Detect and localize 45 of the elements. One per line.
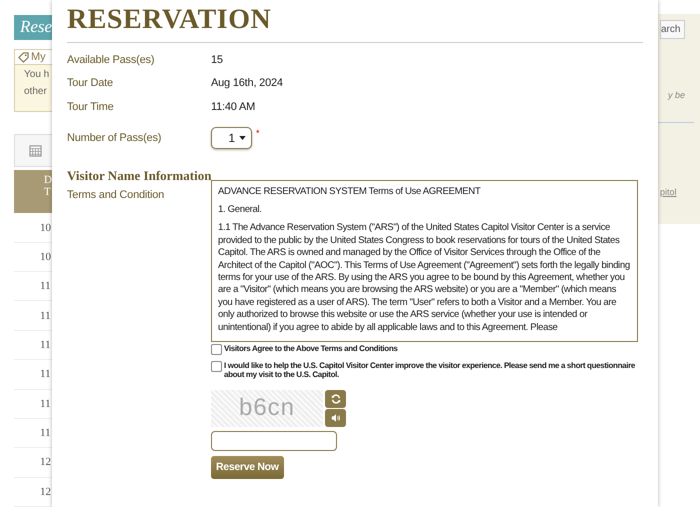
- captcha-text: b6cn: [238, 394, 296, 422]
- audio-button[interactable]: [325, 408, 346, 426]
- pass-count-select[interactable]: 1: [211, 126, 252, 148]
- required-mark: *: [256, 128, 260, 138]
- terms-heading: ADVANCE RESERVATION SYSTEM Terms of Use AGREEMENT: [218, 186, 482, 198]
- table-cell: 11: [40, 338, 51, 351]
- field-label: Tour Date: [67, 77, 114, 90]
- notice-title: My: [31, 51, 46, 64]
- caret-icon: [239, 136, 246, 140]
- table-cell: 11: [40, 427, 51, 440]
- checkbox[interactable]: [211, 360, 222, 372]
- refresh-icon: [330, 394, 340, 404]
- section-title: Visitor Name Information: [67, 168, 212, 184]
- checkbox-label: Visitors Agree to the Above Terms and Conditions: [224, 344, 398, 353]
- calendar-icon: [29, 144, 42, 158]
- table-cell: 11: [40, 398, 51, 410]
- table-cell: 11: [40, 280, 51, 292]
- notice-text: You h: [24, 69, 50, 80]
- field-label: Available Pass(es): [67, 54, 156, 66]
- table-cell: 11: [40, 310, 51, 322]
- speaker-icon: [330, 412, 340, 422]
- field-label: Tour Time: [67, 100, 114, 113]
- note-text: y be: [666, 90, 686, 100]
- refresh-button[interactable]: [325, 390, 346, 408]
- field-label: Terms and Condition: [67, 188, 166, 200]
- terms-paragraph: 1.1 The Advance Reservation System ("ARS") of the United States Capitol Visitor Center is a service provided to the public by the United States Congress to book reservations for tours of the United States Capitol. The ARS is owned and managed by the Office of Visitor Services through the Office of the Architect of the Capitol ("AOC"). This Terms of Use Agreement ("Agreement") sets forth the legally binding terms for your use of the ARS. By using the ARS you agree to be bound by this Agreement, whether you are a "Visitor" (which means you are browsing the ARS website) or you are a "Member" (which means you have registered as a user of ARS). The term "User" refers to both a Visitor and a Member. You are only authorized to browse this website or use the ARS service (whether your use is intended or unintentional) if you agree to abide by all applicable laws and to this Agreement. Please: [218, 222, 631, 334]
- field-label: Number of Pass(es): [67, 132, 162, 144]
- tag-icon: [18, 52, 29, 63]
- field-value: Aug 16th, 2024: [211, 77, 283, 90]
- table-cell: 10: [40, 250, 51, 263]
- column-header: T: [44, 186, 51, 198]
- field-value: 15: [211, 54, 223, 66]
- checkbox-label: I would like to help the U.S. Capitol Visitor Center improve the visitor experience. Please send me a short questionnaire about my visit to the U.S. Capitol.: [224, 360, 636, 380]
- notice-text: other: [24, 86, 48, 98]
- table-cell: 12: [40, 456, 51, 468]
- checkbox[interactable]: [211, 344, 222, 354]
- search-button[interactable]: arch: [660, 20, 686, 39]
- table-cell: 11: [40, 368, 51, 380]
- table-cell: 12: [40, 486, 51, 498]
- reserve-now-button[interactable]: Reserve Now: [211, 456, 284, 478]
- terms-subheading: 1. General.: [218, 204, 263, 216]
- table-cell: 10: [40, 222, 51, 234]
- field-value: 11:40 AM: [211, 100, 256, 113]
- column-header: D: [44, 174, 52, 186]
- captcha-input-field[interactable]: [211, 430, 337, 450]
